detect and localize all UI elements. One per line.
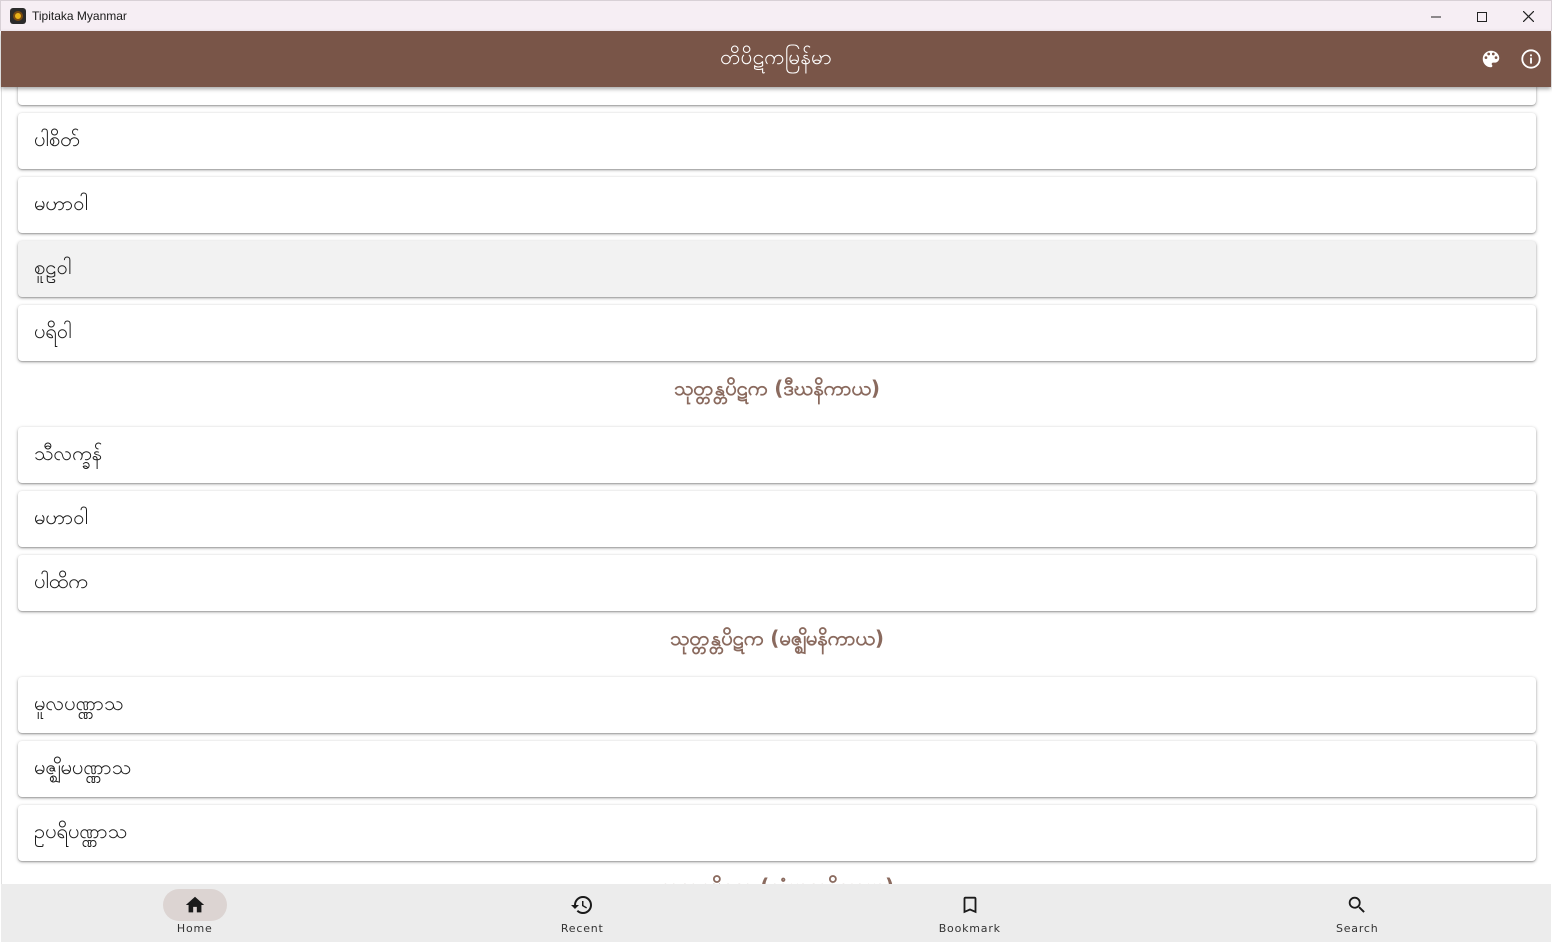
list-item[interactable]: မူလပဏ္ဏာသ — [18, 677, 1536, 733]
list-item[interactable]: ပရိဝါ — [18, 305, 1536, 361]
list-item-label: မဟာဝါ — [34, 191, 88, 215]
section-header: သုတ္တန္တပိဋက (မဇ္ဈိမနိကာယ) — [669, 626, 884, 650]
nav-label: Home — [176, 922, 213, 935]
list-item[interactable]: ၁ — [18, 87, 1536, 105]
nav-search-indicator — [1325, 889, 1389, 921]
list-item-label: မူလပဏ္ဏာသ — [34, 691, 124, 715]
minimize-button[interactable] — [1413, 1, 1459, 32]
nav-label: Recent — [560, 922, 604, 935]
theme-palette-button[interactable] — [1479, 47, 1503, 71]
section-header: သုတ္တန္တပိဋက (သံယုတ္တနိကာယ) — [2, 873, 1551, 884]
window-controls — [1413, 1, 1551, 32]
section-header: သုတ္တန္တပိဋက (ဒီဃနိကာယ) — [673, 376, 881, 400]
bookmark-icon — [963, 896, 977, 914]
search-icon — [1349, 896, 1366, 913]
nav-bookmark[interactable]: Bookmark — [776, 884, 1164, 942]
list-item[interactable]: မဟာဝါ — [18, 177, 1536, 233]
list-item[interactable]: စူဠဝါ — [18, 241, 1536, 297]
nav-bookmark-indicator — [938, 889, 1002, 921]
list-item[interactable]: သီလက္ခန် — [18, 427, 1536, 483]
nav-label: Bookmark — [938, 922, 1001, 935]
nav-home[interactable]: Home — [1, 884, 389, 942]
list-item-label: ဥပရိပဏ္ဏာသ — [34, 819, 128, 843]
maximize-icon — [1477, 11, 1487, 22]
info-button[interactable] — [1519, 47, 1543, 71]
list-item-label: မဟာဝါ — [34, 505, 88, 529]
list-item-label: မဇ္ဈိမပဏ္ဏာသ — [34, 755, 132, 779]
nav-home-indicator — [162, 889, 227, 921]
nav-recent-indicator — [550, 889, 614, 921]
list-item-label: သီလက္ခန် — [34, 441, 103, 465]
list-item-label: ပါစိတ် — [34, 127, 80, 151]
bottom-navigation: Home Recent Bookmark Search — [1, 884, 1551, 942]
list-item-label: ပရိဝါ — [34, 319, 72, 343]
list-item[interactable]: မဟာဝါ — [18, 491, 1536, 547]
app-logo-icon — [10, 8, 26, 24]
close-icon — [1522, 11, 1534, 22]
list-item[interactable]: ပါစိတ် — [18, 113, 1536, 169]
window-title: Tipitaka Myanmar — [32, 9, 127, 23]
close-button[interactable] — [1505, 1, 1551, 32]
nav-label: Search — [1335, 922, 1379, 935]
page-title: တိပိဋကမြန်မာ — [720, 45, 832, 69]
list-item-label: ၁ — [34, 87, 45, 92]
minimize-icon — [1431, 16, 1441, 17]
palette-icon — [1482, 50, 1500, 68]
nav-recent[interactable]: Recent — [389, 884, 777, 942]
list-item-label: ပါထိက — [34, 569, 88, 593]
list-item[interactable]: ဥပရိပဏ္ဏာသ — [18, 805, 1536, 861]
list-item[interactable]: ပါထိက — [18, 555, 1536, 611]
app-bar: တိပိဋကမြန်မာ — [1, 31, 1551, 87]
nav-search[interactable]: Search — [1164, 884, 1552, 942]
home-icon — [185, 896, 204, 913]
history-icon — [571, 896, 593, 914]
info-icon — [1521, 49, 1541, 69]
list-item-label: စူဠဝါ — [34, 255, 72, 279]
list-item[interactable]: မဇ္ဈိမပဏ္ဏာသ — [18, 741, 1536, 797]
book-list[interactable]: ၁ ပါစိတ် မဟာဝါ စူဠဝါ ပရိဝါ သုတ္တန္တပိဋက … — [1, 87, 1551, 884]
window-titlebar: Tipitaka Myanmar — [0, 0, 1552, 31]
maximize-button[interactable] — [1459, 1, 1505, 32]
